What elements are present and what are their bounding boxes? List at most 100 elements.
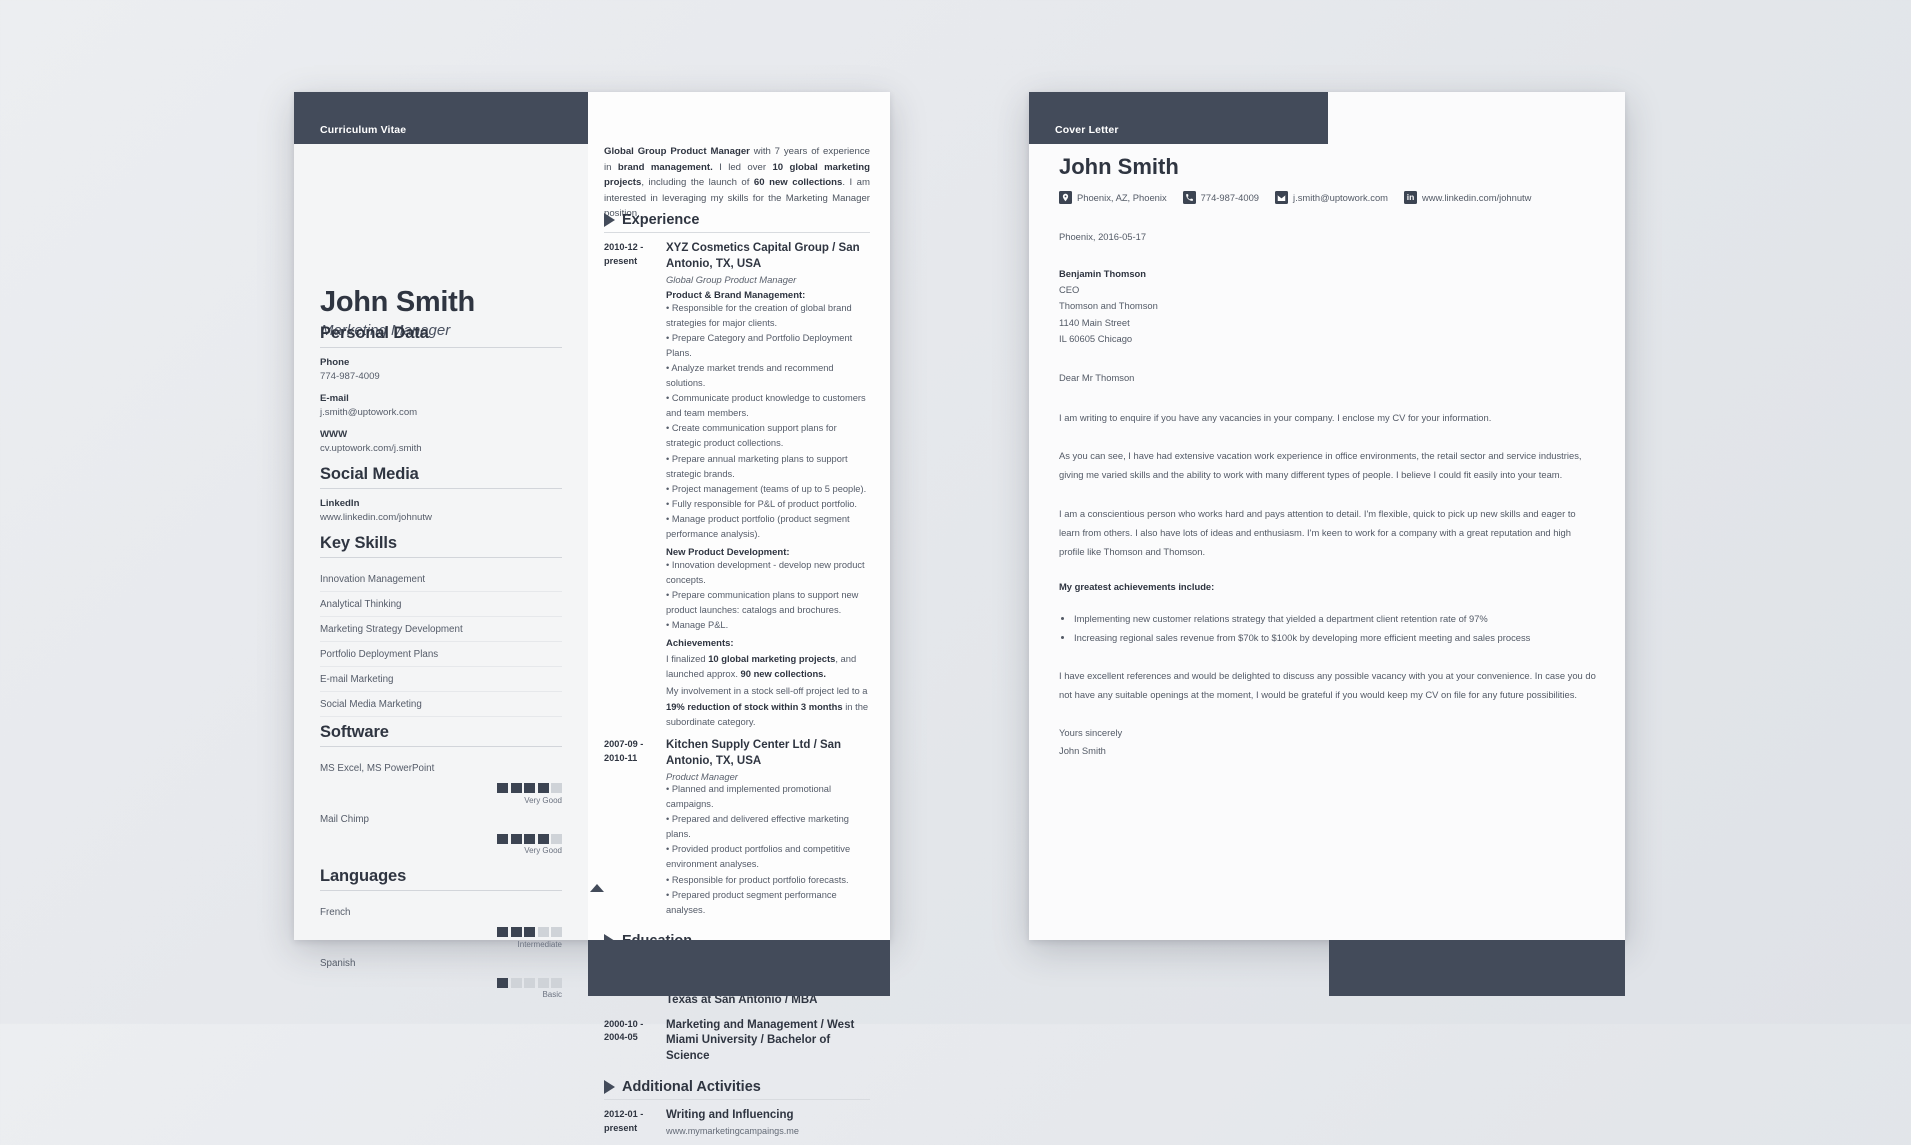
rating-label: MS Excel, MS PowerPoint (320, 763, 435, 774)
entry-date-range: 2012-01 - present (604, 1109, 644, 1133)
skill-item: Marketing Strategy Development (320, 617, 562, 642)
entry-bullet: • Provided product portfolios and compet… (666, 844, 851, 870)
contact-item[interactable]: in www.linkedin.com/johnutw (1404, 191, 1531, 204)
rating-row: Spanish Basic (320, 951, 562, 1002)
cv-candidate-name: John Smith (320, 286, 475, 318)
cover-letter-salutation: Dear Mr Thomson (1059, 371, 1135, 383)
cv-page[interactable]: Curriculum Vitae John Smith Marketing Ma… (294, 92, 890, 1136)
entry-title: XYZ Cosmetics Capital Group / San Antoni… (666, 242, 860, 270)
skill-item: E-mail Marketing (320, 667, 562, 692)
timeline-entry: 2007-09 -2010-11 Kitchen Supply Center Lt… (604, 738, 870, 917)
rating-cell (537, 977, 549, 988)
cover-letter-closing-paragraph: I have excellent references and would be… (1059, 670, 1596, 701)
contact-item[interactable]: j.smith@uptowork.com (1275, 191, 1388, 204)
entry-bullet: • Planned and implemented promotional ca… (666, 784, 832, 810)
rating-cell (510, 977, 522, 988)
entry-date-range: 2010-12 - present (604, 242, 644, 266)
cover-letter-signoff: Yours sincerely (1059, 726, 1123, 738)
rating-bars (320, 783, 562, 793)
entry-bullet: • Prepared product segment performance a… (666, 889, 837, 915)
rating-label: Spanish (320, 957, 356, 969)
contact-item[interactable]: Phoenix, AZ, Phoenix (1059, 191, 1167, 204)
rating-cell (537, 783, 549, 793)
rating-level: Very Good (524, 846, 562, 855)
rating-row: French Intermediate (320, 900, 562, 951)
personal-field-label: Phone (320, 357, 350, 368)
phone-icon (1182, 191, 1196, 204)
entry-bullet: • Responsible for product portfolio fore… (666, 874, 849, 885)
entry-subheading: Achievements: (666, 638, 734, 650)
cover-letter-achievements-list: Implementing new customer relations stra… (1059, 609, 1597, 648)
rating-label: French (320, 907, 351, 918)
entry-title: Kitchen Supply Center Ltd / San Antonio,… (666, 739, 842, 767)
contact-item[interactable]: 774-987-4009 (1182, 191, 1259, 204)
social-media-rule (320, 488, 562, 489)
languages-heading: Languages (320, 867, 407, 885)
contact-text: Phoenix, AZ, Phoenix (1077, 192, 1167, 203)
cv-sidebar-sections: Personal Data Phone 774-987-4009 E-mail j.sm… (320, 324, 562, 1001)
entry-subtitle: Product Manager (666, 771, 738, 783)
rating-cell (524, 783, 535, 793)
timeline-entry: 2000-10 -2004-05 Marketing and Management… (604, 1018, 870, 1065)
entry-bullet: • Prepare Category and Portfolio Deploym… (666, 333, 853, 359)
cover-letter-content: John Smith Phoenix, AZ, Phoenix 774-987-4… (1059, 154, 1597, 761)
cv-section: Experience 2010-12 - present XYZ Cosmetics … (604, 212, 870, 927)
timeline-entry: 2012-01 - present Writing and Influencing w… (604, 1108, 870, 1136)
recipient-company: Thomson and Thomson (1059, 300, 1158, 312)
section-title: Additional Activities (604, 1079, 870, 1095)
cover-letter-candidate-name: John Smith (1059, 154, 1179, 179)
personal-field-value[interactable]: j.smith@uptowork.com (320, 407, 562, 418)
rating-bars (320, 927, 562, 937)
cover-letter-signature: John Smith (1059, 745, 1106, 757)
rating-cell (524, 977, 535, 988)
software-rule (320, 746, 562, 747)
entry-title: Marketing and Management / West Miami Un… (666, 1018, 855, 1062)
cover-letter-paragraph: I am a conscientious person who works ha… (1059, 507, 1576, 558)
achievement-item: Increasing regional sales revenue from $… (1074, 628, 1597, 647)
cover-letter-recipient-block: Benjamin Thomson CEO Thomson and Thomson… (1059, 266, 1597, 347)
entry-details: Writing and Influencing www.mymarketingca… (666, 1108, 870, 1136)
rating-bars (320, 977, 562, 988)
key-skills-rule (320, 557, 562, 558)
rating-level: Intermediate (517, 939, 562, 949)
entry-bullet: • Analyze market trends and recommend so… (666, 363, 834, 389)
section-rule (604, 232, 870, 233)
section-rule (604, 1099, 870, 1100)
recipient-street: 1140 Main Street (1059, 316, 1130, 328)
entry-date-range: 2000-10 -2004-05 (604, 1018, 644, 1043)
rating-cell (497, 927, 508, 937)
rating-level: Very Good (524, 795, 562, 805)
rating-row: Mail Chimp Very Good (320, 807, 562, 858)
entry-title: Writing and Influencing (666, 1109, 794, 1121)
skill-item: Portfolio Deployment Plans (320, 642, 562, 667)
cover-letter-achievements-heading: My greatest achievements include: (1059, 580, 1215, 592)
social-media-heading: Social Media (320, 465, 419, 483)
personal-field-value[interactable]: 774-987-4009 (320, 371, 562, 382)
rating-cell (497, 977, 508, 988)
recipient-title: CEO (1059, 284, 1080, 296)
rating-cell (551, 927, 562, 937)
cover-letter-page[interactable]: Cover Letter John Smith Phoenix, AZ, Pho… (1029, 92, 1625, 996)
cover-letter-paragraph: I am writing to enquire if you have any … (1059, 411, 1492, 423)
cover-letter-contact-row: Phoenix, AZ, Phoenix 774-987-4009 j.smith@… (1059, 191, 1597, 204)
achievement-item: Implementing new customer relations stra… (1074, 609, 1597, 628)
entry-bullet: • Fully responsible for P&L of product p… (666, 498, 858, 509)
timeline-entry: 2010-12 - present XYZ Cosmetics Capital Gr… (604, 241, 870, 729)
cover-letter-paragraph: As you can see, I have had extensive vac… (1059, 450, 1582, 481)
triangle-right-icon (604, 213, 615, 227)
linkedin-icon: in (1404, 191, 1417, 204)
entry-bullet: • Manage P&L. (666, 619, 729, 630)
social-field-value[interactable]: www.linkedin.com/johnutw (320, 512, 562, 523)
personal-data-heading: Personal Data (320, 324, 429, 342)
entry-details: XYZ Cosmetics Capital Group / San Antoni… (666, 241, 870, 729)
rating-label: Mail Chimp (320, 813, 369, 825)
skill-item: Innovation Management (320, 567, 562, 592)
languages-rule (320, 890, 562, 891)
contact-text: j.smith@uptowork.com (1293, 192, 1388, 203)
cv-main-column: Global Group Product Manager with 7 year… (588, 92, 890, 1136)
workspace-background: Curriculum Vitae John Smith Marketing Ma… (0, 0, 1911, 1136)
entry-url[interactable]: www.mymarketingcampaings.me (666, 1126, 870, 1136)
personal-field-label: E-mail (320, 393, 349, 404)
personal-field-value[interactable]: cv.uptowork.com/j.smith (320, 443, 562, 454)
rating-cell (510, 927, 522, 937)
